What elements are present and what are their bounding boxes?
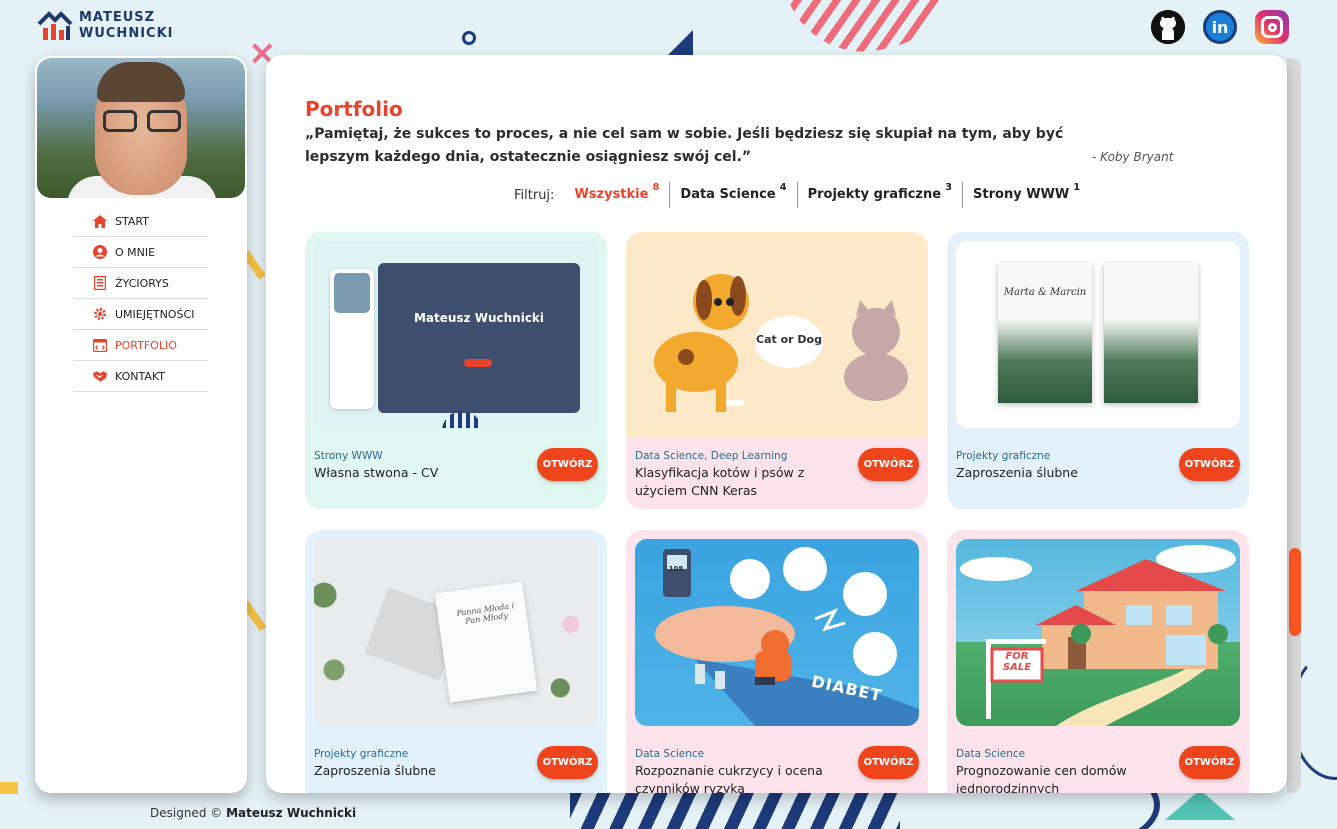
decor-ring	[462, 31, 476, 45]
quote-author: - Koby Bryant	[1092, 150, 1174, 164]
portfolio-card: FOR SALE Data Science Prognozowanie cen …	[947, 530, 1249, 793]
user-icon	[93, 245, 107, 259]
filter-count: 8	[652, 182, 660, 193]
portfolio-card: 108 DIABET Data Science Rozpoznanie cukr…	[626, 530, 928, 793]
decor-bar	[0, 782, 18, 794]
scrollbar-track[interactable]	[1287, 58, 1301, 793]
open-button[interactable]: OTWÓRZ	[858, 448, 919, 481]
sidebar-item-label: UMIEJĘTNOŚCI	[115, 307, 195, 321]
scrollbar-thumb[interactable]	[1289, 548, 1301, 636]
sidebar-item-o-mnie[interactable]: O MNIE	[73, 237, 208, 268]
open-button[interactable]: OTWÓRZ	[1179, 448, 1240, 481]
portfolio-card: Marta & Marcin Projekty graficzne Zapros…	[947, 232, 1249, 509]
sidebar-item-umiejetnosci[interactable]: UMIEJĘTNOŚCI	[73, 299, 208, 330]
card-title: Zaproszenia ślubne	[314, 763, 436, 778]
filter-bar: Filtruj: Wszystkie 8 Data Science 4 Projek…	[514, 182, 1090, 208]
filter-label: Filtruj:	[514, 187, 555, 203]
card-category: Projekty graficzne	[314, 748, 409, 760]
card-category: Data Science	[956, 748, 1026, 760]
filter-tab-data-science[interactable]: Data Science 4	[670, 182, 798, 208]
sidebar-nav: START O MNIE ŻYCIORYS UMIEJĘTNOŚCI PORTF…	[73, 206, 208, 392]
filter-count: 1	[1073, 182, 1081, 193]
card-thumbnail[interactable]: Marta & Marcin	[956, 241, 1240, 428]
avatar	[37, 58, 245, 198]
card-thumbnail[interactable]: 108 DIABET	[635, 539, 919, 726]
card-title: Klasyfikacja kotów i psów z użyciem CNN …	[635, 465, 805, 498]
decor-triangle-teal	[1165, 790, 1235, 820]
footer-credit: Designed © Mateusz Wuchnicki	[150, 806, 357, 820]
sidebar-item-start[interactable]: START	[73, 206, 208, 237]
sidebar-item-label: PORTFOLIO	[115, 338, 177, 352]
open-button[interactable]: OTWÓRZ	[1179, 746, 1240, 779]
filter-tab-strony-www[interactable]: Strony WWW 1	[963, 182, 1090, 208]
site-logo[interactable]: MATEUSZ WUCHNICKI	[37, 10, 173, 42]
sidebar: START O MNIE ŻYCIORYS UMIEJĘTNOŚCI PORTF…	[35, 56, 247, 793]
github-icon[interactable]	[1151, 10, 1185, 44]
open-button[interactable]: OTWÓRZ	[858, 746, 919, 779]
logo-line1: MATEUSZ	[79, 10, 156, 25]
open-button[interactable]: OTWÓRZ	[537, 746, 598, 779]
page-title: Portfolio	[305, 97, 403, 121]
code-icon	[93, 338, 107, 352]
sidebar-item-kontakt[interactable]: KONTAKT	[73, 361, 208, 392]
logo-line2: WUCHNICKI	[79, 26, 174, 41]
filter-tab-wszystkie[interactable]: Wszystkie 8	[564, 182, 671, 208]
sidebar-item-portfolio[interactable]: PORTFOLIO	[73, 330, 208, 361]
handshake-icon	[93, 369, 107, 383]
card-category: Data Science, Deep Learning	[635, 450, 788, 462]
card-category: Projekty graficzne	[956, 450, 1051, 462]
filter-count: 4	[779, 182, 787, 193]
home-icon	[93, 214, 107, 228]
card-title: Zaproszenia ślubne	[956, 465, 1078, 480]
instagram-icon[interactable]	[1255, 10, 1289, 44]
linkedin-icon[interactable]: in	[1203, 10, 1237, 44]
card-thumbnail[interactable]: Mateusz Wuchnicki	[314, 241, 598, 428]
card-category: Strony WWW	[314, 450, 383, 462]
card-title: Własna stwona - CV	[314, 465, 439, 480]
sidebar-item-label: KONTAKT	[115, 369, 165, 383]
sidebar-item-label: ŻYCIORYS	[115, 276, 169, 290]
social-links: in	[1151, 10, 1289, 44]
card-thumbnail[interactable]: Cat or Dog	[626, 232, 928, 438]
decor-stripes-bottom	[570, 790, 900, 829]
quote-text: „Pamiętaj, że sukces to proces, a nie ce…	[305, 126, 1064, 165]
portfolio-panel: Portfolio „Pamiętaj, że sukces to proces…	[266, 55, 1287, 793]
card-title: Prognozowanie cen domów jednorodzinnych	[956, 763, 1127, 793]
gear-icon	[93, 307, 107, 321]
open-button[interactable]: OTWÓRZ	[537, 448, 598, 481]
card-category: Data Science	[635, 748, 705, 760]
card-title: Rozpoznanie cukrzycy i ocena czynników r…	[635, 763, 823, 793]
sidebar-item-zyciorys[interactable]: ŻYCIORYS	[73, 268, 208, 299]
sidebar-item-label: START	[115, 214, 149, 228]
footer-author[interactable]: Mateusz Wuchnicki	[226, 806, 356, 820]
decor-triangle-blue	[665, 30, 693, 58]
logo-icon	[37, 10, 73, 42]
card-thumbnail[interactable]: FOR SALE	[956, 539, 1240, 726]
portfolio-card: Panna Młoda i Pan Młody Projekty graficz…	[305, 530, 607, 793]
card-thumbnail[interactable]: Panna Młoda i Pan Młody	[314, 539, 598, 726]
filter-count: 3	[945, 182, 953, 193]
document-icon	[93, 276, 107, 290]
portfolio-card: Mateusz Wuchnicki Strony WWW Własna stwo…	[305, 232, 607, 509]
portfolio-card: Cat or Dog Data Science, Deep Learning K…	[626, 232, 928, 509]
sidebar-item-label: O MNIE	[115, 245, 156, 259]
filter-tab-projekty-graficzne[interactable]: Projekty graficzne 3	[798, 182, 964, 208]
